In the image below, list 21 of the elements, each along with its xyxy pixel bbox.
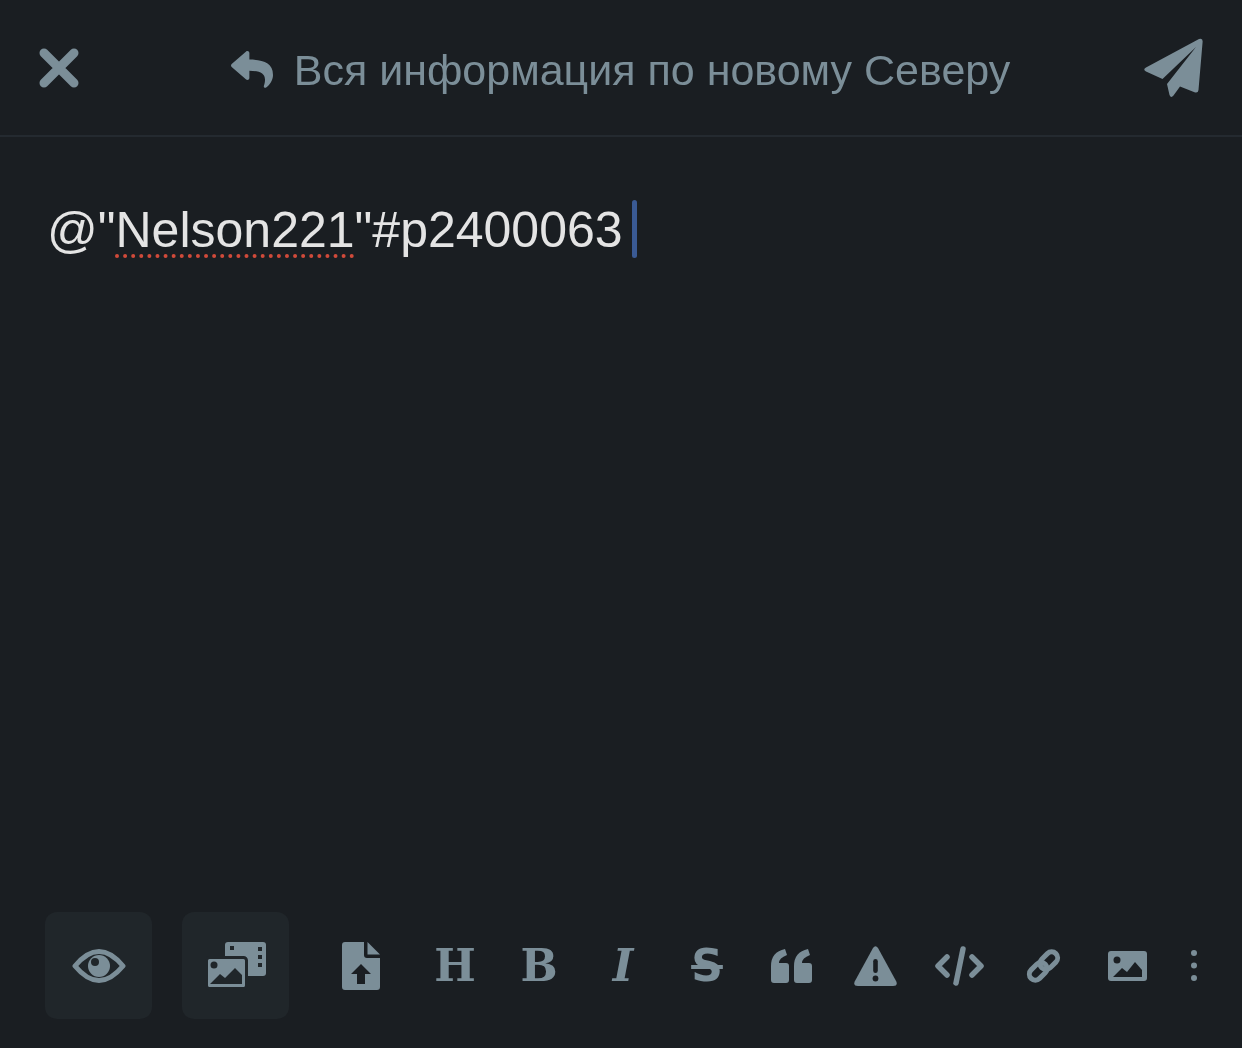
heading-button[interactable]: H — [413, 912, 497, 1019]
message-field[interactable]: @"Nelson221"#p2400063 — [47, 200, 1195, 260]
picture-icon — [1107, 950, 1147, 981]
preview-button[interactable] — [45, 912, 152, 1019]
quote-marks-icon — [770, 948, 812, 983]
code-brackets-icon — [934, 945, 984, 986]
eye-icon — [71, 947, 126, 984]
bold-button[interactable]: B — [497, 912, 581, 1019]
photo-film-icon — [205, 941, 266, 990]
close-button[interactable] — [38, 46, 80, 89]
file-arrow-up-icon — [342, 941, 380, 990]
media-upload-button[interactable] — [182, 912, 289, 1019]
close-icon — [38, 46, 80, 89]
topic-title[interactable]: Вся информация по новому Северу — [293, 44, 1011, 95]
warning-triangle-icon — [853, 945, 897, 986]
italic-button[interactable]: I — [581, 912, 665, 1019]
curved-arrow-icon — [230, 50, 273, 88]
paper-plane-icon — [1143, 37, 1203, 98]
strikethrough-button[interactable]: S — [665, 912, 749, 1019]
vertical-dots-icon — [1191, 950, 1197, 981]
send-button[interactable] — [1143, 37, 1203, 98]
